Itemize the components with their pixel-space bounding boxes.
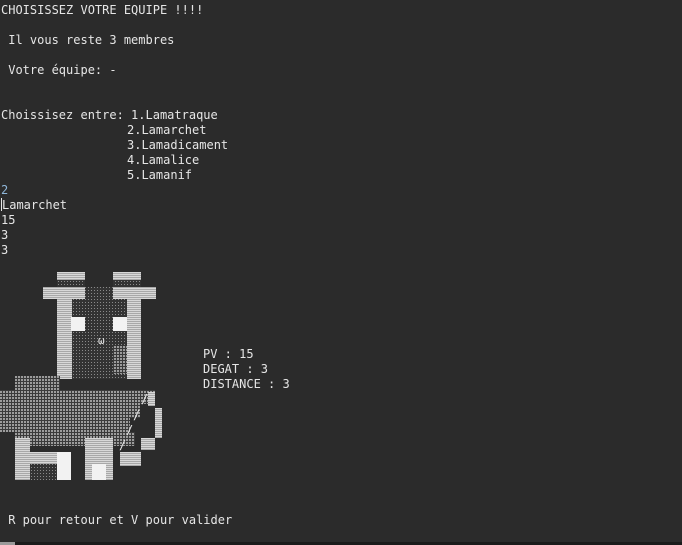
stat-degat: DEGAT : 3 [203,362,269,376]
stats-panel: PV : 15 DEGAT : 3 DISTANCE : 3 [203,347,290,392]
selected-value-1: 15 [1,213,16,227]
svg-text:/: / [141,392,148,406]
llama-ears [43,272,156,299]
option-3: 3.Lamadicament [127,138,229,152]
option-4: 4.Lamalice [127,153,200,167]
stat-distance: DISTANCE : 3 [203,377,290,391]
llama-head: ω [57,299,141,379]
option-5: 5.Lamanif [127,168,193,182]
option-line-1: Choissisez entre: 1.Lamatraque [1,108,218,123]
remaining-members-text: Il vous reste 3 membres [1,33,175,47]
svg-text:/: / [126,423,133,437]
footer-instructions: R pour retour et V pour valider [1,513,233,527]
sprite-mouth-glyph: ω [98,334,105,347]
option-2: 2.Lamarchet [127,123,207,137]
selected-name-line[interactable]: Lamarchet [1,198,67,213]
selected-name: Lamarchet [2,198,68,212]
option-1: 1.Lamatraque [131,108,218,122]
user-input-echo: 2 [1,183,9,197]
selected-value-3: 3 [1,243,9,257]
choose-prefix: Choissisez entre: [1,108,132,122]
llama-sprite: ω / / / / [0,272,162,480]
screen-title: CHOISISSEZ VOTRE EQUIPE !!!! [1,3,204,17]
svg-text:/: / [133,408,140,422]
team-status-text: Votre équipe: - [1,63,117,77]
selected-value-2: 3 [1,228,9,242]
svg-text:/: / [119,438,126,452]
stat-pv: PV : 15 [203,347,254,361]
